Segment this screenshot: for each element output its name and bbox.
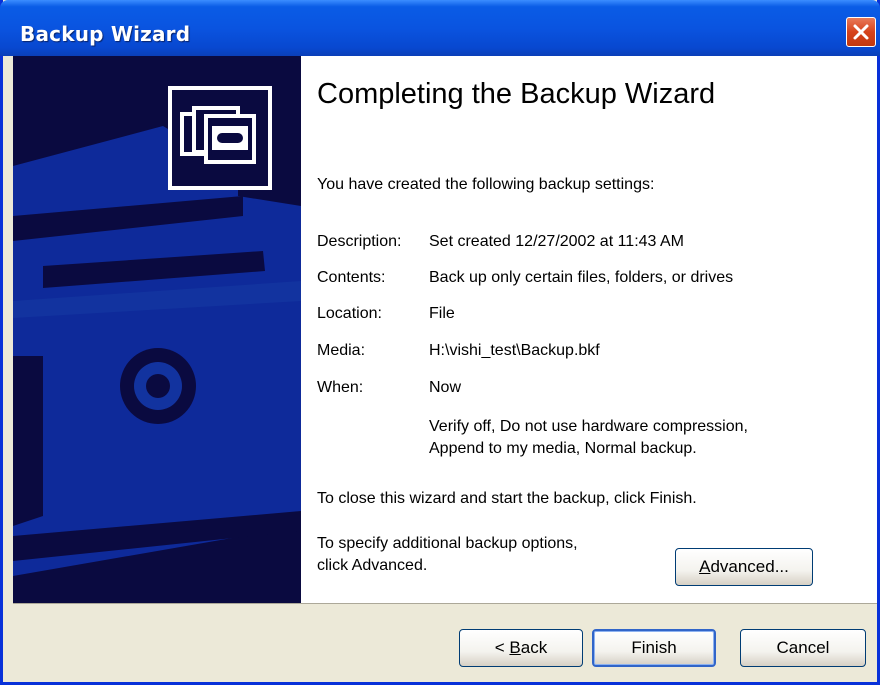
title-bar[interactable]: Backup Wizard xyxy=(0,0,880,56)
setting-value: H:\vishi_test\Backup.bkf xyxy=(429,342,600,359)
back-button-prefix: < xyxy=(494,638,510,657)
wizard-content: Completing the Backup Wizard You have cr… xyxy=(301,56,877,603)
advanced-button-label: dvanced... xyxy=(710,557,789,576)
finish-instruction: To close this wizard and start the backu… xyxy=(317,490,697,507)
window-title: Backup Wizard xyxy=(20,22,191,46)
options-summary-line: Verify off, Do not use hardware compress… xyxy=(429,418,748,435)
setting-label: When: xyxy=(317,379,364,396)
back-button-accelerator: B xyxy=(509,638,521,657)
close-button[interactable] xyxy=(846,17,876,47)
advanced-button-accelerator: A xyxy=(699,557,711,576)
setting-label: Description: xyxy=(317,233,402,250)
backup-tapes-icon xyxy=(180,106,256,164)
wizard-side-panel xyxy=(13,56,301,603)
wizard-icon-frame xyxy=(168,86,272,190)
back-button[interactable]: < Back xyxy=(459,629,583,667)
advanced-button[interactable]: Advanced... xyxy=(675,548,813,586)
setting-value: Now xyxy=(429,379,462,396)
back-button-label: ack xyxy=(520,638,548,657)
finish-button[interactable]: Finish xyxy=(592,629,716,667)
options-summary-line: Append to my media, Normal backup. xyxy=(429,440,697,457)
intro-text: You have created the following backup se… xyxy=(317,176,655,193)
setting-value: Back up only certain files, folders, or … xyxy=(429,269,734,286)
cancel-button[interactable]: Cancel xyxy=(740,629,866,667)
setting-label: Media: xyxy=(317,342,366,359)
close-icon xyxy=(853,24,869,40)
setting-label: Contents: xyxy=(317,269,386,286)
setting-value: File xyxy=(429,305,455,322)
setting-value: Set created 12/27/2002 at 11:43 AM xyxy=(429,233,684,250)
advanced-instruction: To specify additional backup options, cl… xyxy=(317,533,657,577)
setting-label: Location: xyxy=(317,305,382,322)
advanced-instruction-line: click Advanced. xyxy=(317,557,428,574)
page-title: Completing the Backup Wizard xyxy=(317,78,716,110)
advanced-instruction-line: To specify additional backup options, xyxy=(317,535,578,552)
